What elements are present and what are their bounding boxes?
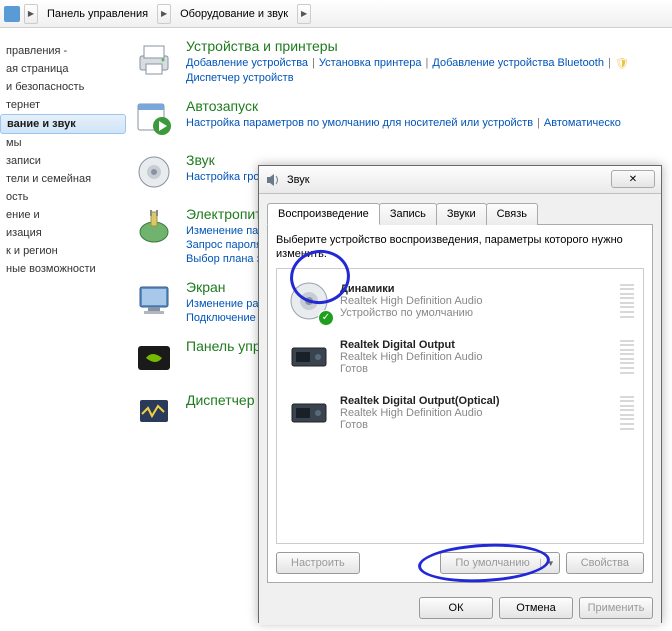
digital-device-icon <box>286 334 332 380</box>
link-device-manager[interactable]: Диспетчер устройств <box>186 72 294 84</box>
dialog-titlebar[interactable]: Звук ✕ <box>259 166 661 194</box>
sound-icon <box>134 152 174 192</box>
tab-sounds[interactable]: Звуки <box>436 203 487 225</box>
tab-playback-panel: Выберите устройство воспроизведения, пар… <box>267 225 653 583</box>
category-title[interactable]: Устройства и принтеры <box>186 38 668 54</box>
link-install-printer[interactable]: Установка принтера <box>319 57 422 70</box>
set-default-button[interactable]: По умолчанию▼ <box>440 552 559 574</box>
link-screen-resolution[interactable]: Изменение раз <box>186 298 263 310</box>
level-meter <box>620 340 634 374</box>
sidebar-item[interactable]: ение и <box>0 206 126 224</box>
apply-button[interactable]: Применить <box>579 597 653 619</box>
device-list[interactable]: ✓ ДинамикиRealtek High Definition AudioУс… <box>276 268 644 544</box>
configure-button[interactable]: Настроить <box>276 552 360 574</box>
screen-icon <box>134 279 174 319</box>
dialog-title: Звук <box>287 174 310 186</box>
link-autoplay-defaults[interactable]: Настройка параметров по умолчанию для но… <box>186 117 533 129</box>
breadcrumb-arrow[interactable]: ▶ <box>297 4 311 24</box>
tab-record[interactable]: Запись <box>379 203 437 225</box>
sidebar-item[interactable]: к и регион <box>0 242 126 260</box>
breadcrumb-hardware-sound[interactable]: Оборудование и звук <box>173 5 295 23</box>
link-power-password[interactable]: Запрос пароля <box>186 239 262 251</box>
link-power-change[interactable]: Изменение пар <box>186 225 264 237</box>
device-text: Realtek Digital OutputRealtek High Defin… <box>340 339 612 375</box>
level-meter <box>620 396 634 430</box>
sidebar-item[interactable]: и безопасность <box>0 78 126 96</box>
speaker-device-icon: ✓ <box>286 278 332 324</box>
ok-button[interactable]: ОК <box>419 597 493 619</box>
shield-icon: 🛡 <box>615 57 629 70</box>
link-add-bluetooth[interactable]: Добавление устройства Bluetooth <box>432 57 604 70</box>
device-item[interactable]: Realtek Digital Output(Optical)Realtek H… <box>281 385 639 441</box>
sidebar-item[interactable]: мы <box>0 134 126 152</box>
device-text: ДинамикиRealtek High Definition AudioУст… <box>340 283 612 319</box>
sidebar-item[interactable]: ая страница <box>0 60 126 78</box>
sidebar-item[interactable]: записи <box>0 152 126 170</box>
category-devices: Устройства и принтеры Добавление устройс… <box>134 38 668 84</box>
device-item[interactable]: ✓ ДинамикиRealtek High Definition AudioУс… <box>281 273 639 329</box>
tab-playback[interactable]: Воспроизведение <box>267 203 380 225</box>
printer-icon <box>134 38 174 78</box>
sidebar-item[interactable]: ость <box>0 188 126 206</box>
speaker-icon <box>265 172 281 188</box>
device-text: Realtek Digital Output(Optical)Realtek H… <box>340 395 612 431</box>
link-add-device[interactable]: Добавление устройства <box>186 57 308 70</box>
digital-device-icon <box>286 390 332 436</box>
category-autoplay: Автозапуск Настройка параметров по умолч… <box>134 98 668 138</box>
link-power-plan[interactable]: Выбор плана з <box>186 253 262 265</box>
level-meter <box>620 284 634 318</box>
nvidia-icon <box>134 338 174 378</box>
properties-button[interactable]: Свойства <box>566 552 644 574</box>
power-icon <box>134 206 174 246</box>
sidebar-item[interactable]: правления - <box>0 42 126 60</box>
link-autoplay-auto[interactable]: Автоматическо <box>544 117 621 129</box>
close-button[interactable]: ✕ <box>611 170 655 188</box>
task-icon <box>134 392 174 432</box>
link-sound-volume[interactable]: Настройка гро <box>186 171 259 183</box>
device-item[interactable]: Realtek Digital OutputRealtek High Defin… <box>281 329 639 385</box>
sidebar-item[interactable]: ные возможности <box>0 260 126 278</box>
tab-comm[interactable]: Связь <box>486 203 538 225</box>
check-icon: ✓ <box>318 310 334 326</box>
sidebar: правления -ая страницаи безопасностьтерн… <box>0 28 130 631</box>
link-screen-connect[interactable]: Подключение <box>186 312 256 324</box>
breadcrumb-control-panel[interactable]: Панель управления <box>40 5 155 23</box>
breadcrumb-arrow[interactable]: ▶ <box>157 4 171 24</box>
breadcrumb-bar: ▶ Панель управления ▶ Оборудование и зву… <box>0 0 672 28</box>
sidebar-item[interactable]: тернет <box>0 96 126 114</box>
dialog-footer: ОК Отмена Применить <box>259 591 661 625</box>
breadcrumb-dropdown[interactable]: ▶ <box>24 4 38 24</box>
tab-strip: ВоспроизведениеЗаписьЗвукиСвязь <box>267 202 653 225</box>
chevron-down-icon: ▼ <box>540 559 555 568</box>
cancel-button[interactable]: Отмена <box>499 597 573 619</box>
sound-dialog: Звук ✕ ВоспроизведениеЗаписьЗвукиСвязь В… <box>258 165 662 623</box>
category-title[interactable]: Автозапуск <box>186 98 668 114</box>
sidebar-item[interactable]: вание и звук <box>0 114 126 134</box>
sidebar-item[interactable]: изация <box>0 224 126 242</box>
autoplay-icon <box>134 98 174 138</box>
sidebar-item[interactable]: тели и семейная <box>0 170 126 188</box>
playback-hint: Выберите устройство воспроизведения, пар… <box>276 233 644 262</box>
control-panel-icon <box>4 6 20 22</box>
